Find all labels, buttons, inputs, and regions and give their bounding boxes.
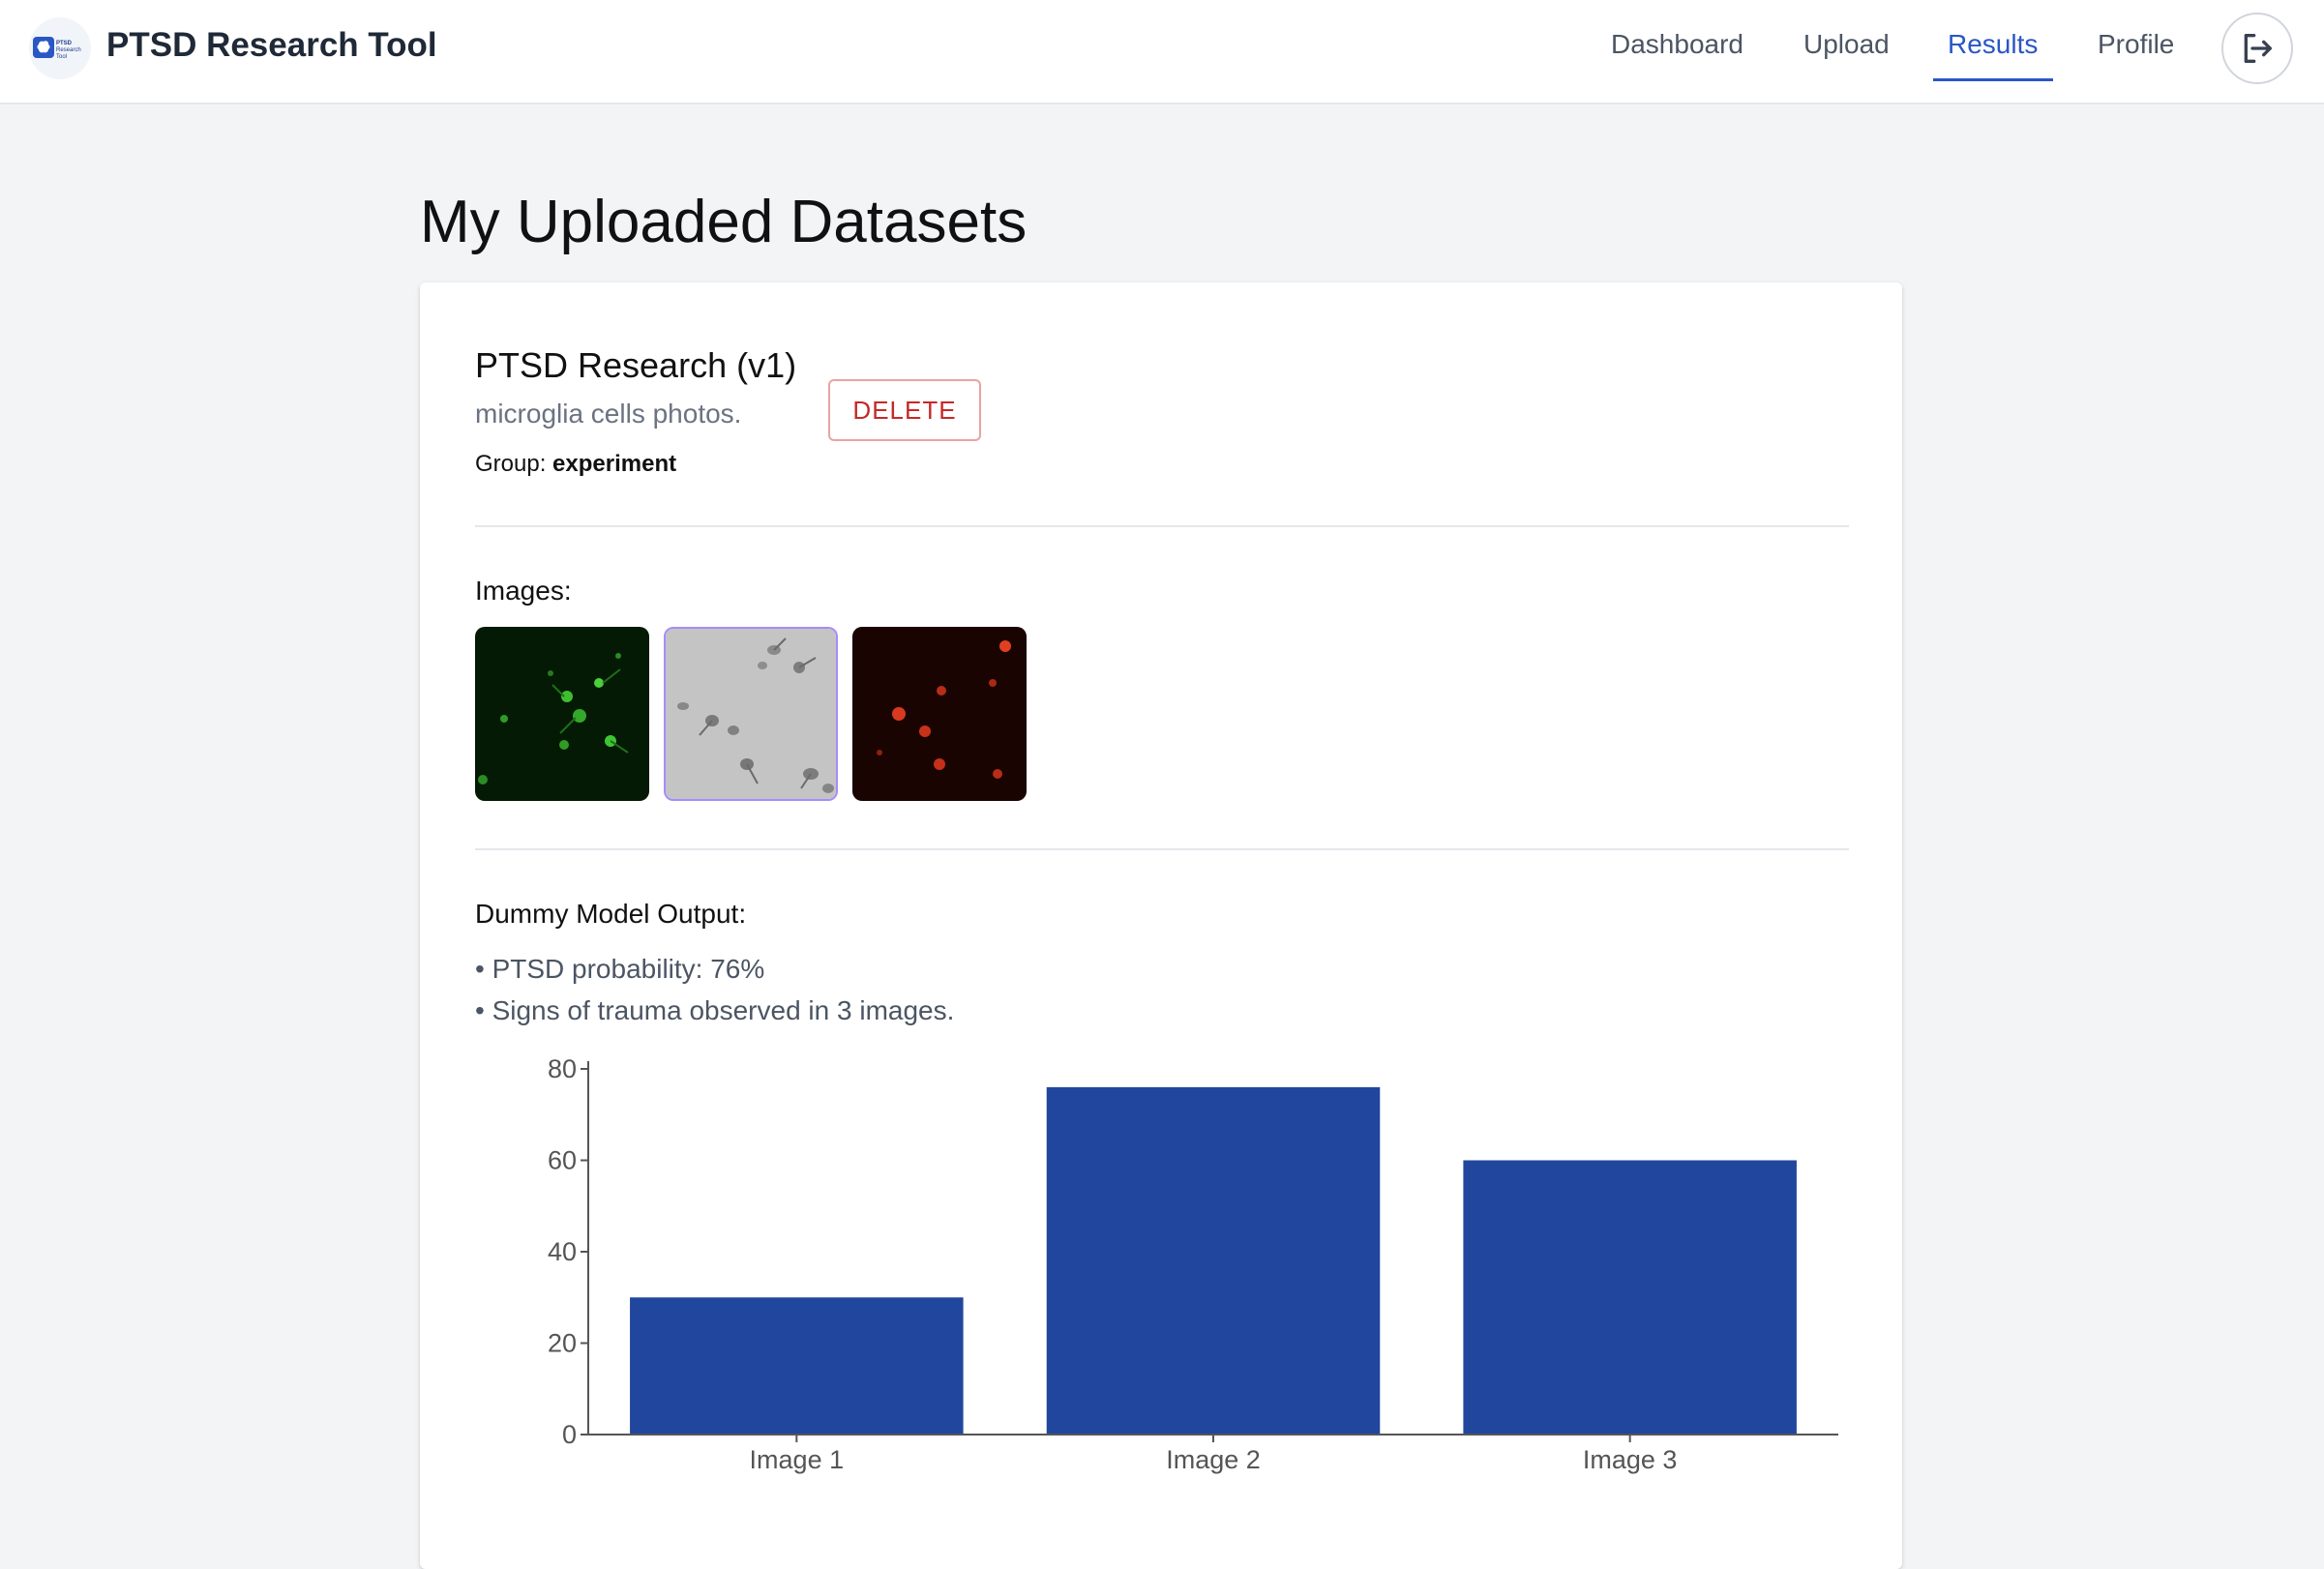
y-tick-label-20: 20 xyxy=(548,1329,577,1358)
top-navigation-bar: PTSD Research Tool PTSD Research Tool Da… xyxy=(0,0,2324,104)
nav-profile[interactable]: Profile xyxy=(2098,29,2174,60)
logout-icon xyxy=(2244,34,2272,63)
dataset-card: PTSD Research (v1) microglia cells photo… xyxy=(420,282,1902,1569)
page-title: My Uploaded Datasets xyxy=(420,189,1028,255)
bar-1 xyxy=(630,1297,964,1435)
logout-button[interactable] xyxy=(2221,13,2293,84)
bar-2 xyxy=(1046,1086,1381,1435)
svg-text:Research: Research xyxy=(56,47,81,53)
active-tab-indicator xyxy=(1933,78,2053,81)
bar-chart: Image 1 Image 2 Image 3 0 20 40 60 80 xyxy=(548,1054,1838,1474)
app-logo[interactable]: PTSD Research Tool xyxy=(29,17,91,79)
brain-icon: PTSD Research Tool xyxy=(33,37,81,60)
nav-upload[interactable]: Upload xyxy=(1803,29,1890,60)
nav-dashboard[interactable]: Dashboard xyxy=(1611,29,1743,60)
y-tick-label-60: 60 xyxy=(548,1146,577,1175)
y-tick-label-40: 40 xyxy=(548,1237,577,1266)
x-tick-label-1: Image 1 xyxy=(750,1445,845,1474)
x-tick-label-2: Image 2 xyxy=(1166,1445,1261,1474)
app-title: PTSD Research Tool xyxy=(106,26,437,64)
nav-results[interactable]: Results xyxy=(1948,29,2038,60)
x-tick-label-3: Image 3 xyxy=(1583,1445,1678,1474)
y-tick-label-0: 0 xyxy=(562,1420,577,1449)
bar-3 xyxy=(1463,1160,1797,1435)
svg-text:Tool: Tool xyxy=(56,54,67,60)
y-tick-label-80: 80 xyxy=(548,1054,577,1083)
logo-text: PTSD xyxy=(56,41,73,46)
